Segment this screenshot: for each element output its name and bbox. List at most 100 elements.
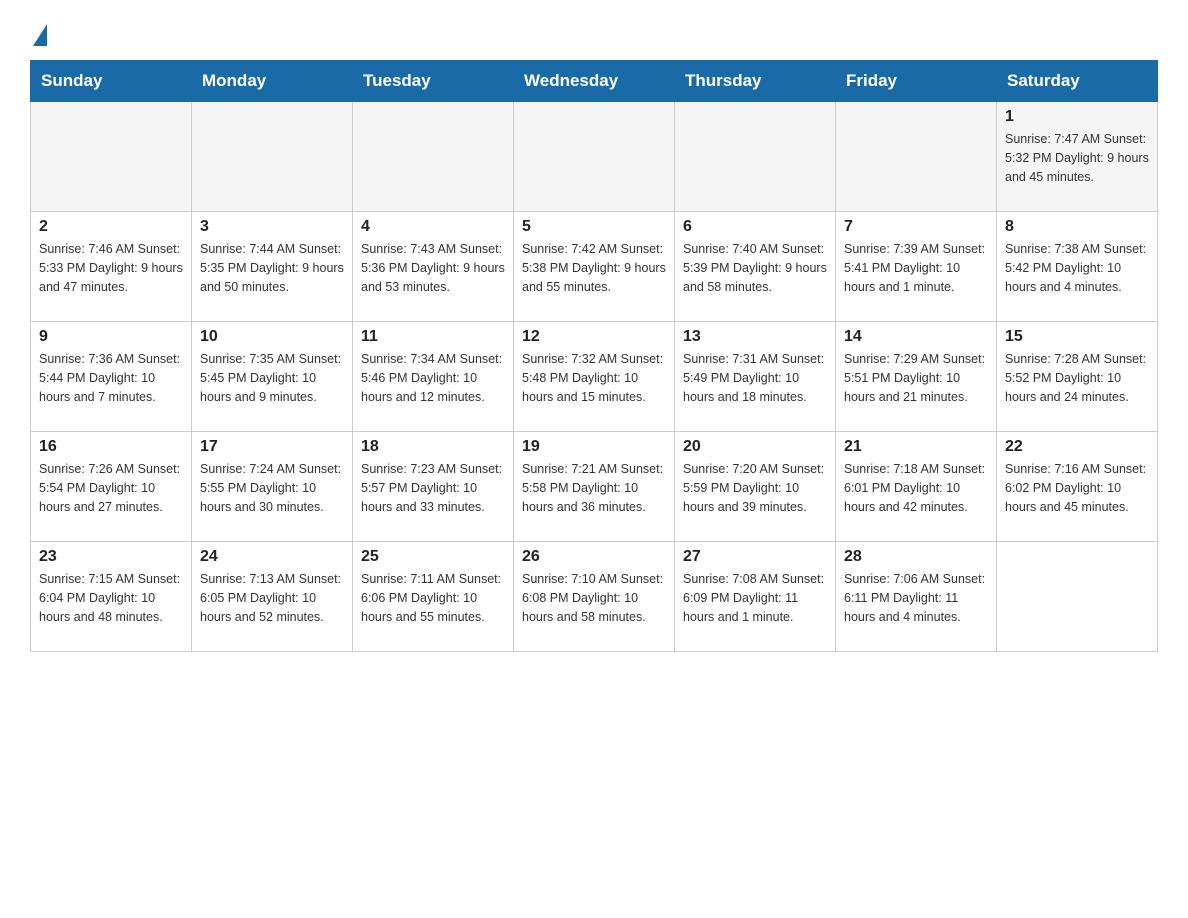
day-info: Sunrise: 7:32 AM Sunset: 5:48 PM Dayligh… bbox=[522, 350, 666, 406]
day-number: 28 bbox=[844, 548, 988, 566]
calendar-cell: 23 Sunrise: 7:15 AM Sunset: 6:04 PM Dayli… bbox=[31, 542, 192, 652]
calendar-cell: 24 Sunrise: 7:13 AM Sunset: 6:05 PM Dayli… bbox=[192, 542, 353, 652]
weekday-header-wednesday: Wednesday bbox=[514, 61, 675, 102]
day-number: 7 bbox=[844, 218, 988, 236]
calendar-cell: 13 Sunrise: 7:31 AM Sunset: 5:49 PM Dayli… bbox=[675, 322, 836, 432]
calendar-cell bbox=[31, 102, 192, 212]
calendar-cell: 11 Sunrise: 7:34 AM Sunset: 5:46 PM Dayli… bbox=[353, 322, 514, 432]
day-info: Sunrise: 7:42 AM Sunset: 5:38 PM Dayligh… bbox=[522, 240, 666, 296]
calendar-cell: 8 Sunrise: 7:38 AM Sunset: 5:42 PM Daylig… bbox=[997, 212, 1158, 322]
calendar-cell: 25 Sunrise: 7:11 AM Sunset: 6:06 PM Dayli… bbox=[353, 542, 514, 652]
calendar-cell: 16 Sunrise: 7:26 AM Sunset: 5:54 PM Dayli… bbox=[31, 432, 192, 542]
day-info: Sunrise: 7:40 AM Sunset: 5:39 PM Dayligh… bbox=[683, 240, 827, 296]
calendar-cell bbox=[675, 102, 836, 212]
day-info: Sunrise: 7:39 AM Sunset: 5:41 PM Dayligh… bbox=[844, 240, 988, 296]
calendar-cell: 15 Sunrise: 7:28 AM Sunset: 5:52 PM Dayli… bbox=[997, 322, 1158, 432]
day-number: 12 bbox=[522, 328, 666, 346]
day-number: 26 bbox=[522, 548, 666, 566]
day-info: Sunrise: 7:20 AM Sunset: 5:59 PM Dayligh… bbox=[683, 460, 827, 516]
day-number: 6 bbox=[683, 218, 827, 236]
weekday-header-saturday: Saturday bbox=[997, 61, 1158, 102]
page-header bbox=[30, 20, 1158, 42]
logo-arrow-icon bbox=[33, 24, 47, 46]
weekday-header-tuesday: Tuesday bbox=[353, 61, 514, 102]
day-number: 27 bbox=[683, 548, 827, 566]
calendar-cell: 5 Sunrise: 7:42 AM Sunset: 5:38 PM Daylig… bbox=[514, 212, 675, 322]
calendar-cell: 18Sunrise: 7:23 AM Sunset: 5:57 PM Dayli… bbox=[353, 432, 514, 542]
calendar-cell: 4 Sunrise: 7:43 AM Sunset: 5:36 PM Daylig… bbox=[353, 212, 514, 322]
weekday-header-sunday: Sunday bbox=[31, 61, 192, 102]
calendar-cell: 28 Sunrise: 7:06 AM Sunset: 6:11 PM Dayli… bbox=[836, 542, 997, 652]
day-info: Sunrise: 7:26 AM Sunset: 5:54 PM Dayligh… bbox=[39, 460, 183, 516]
week-row-2: 2 Sunrise: 7:46 AM Sunset: 5:33 PM Daylig… bbox=[31, 212, 1158, 322]
day-info: Sunrise: 7:13 AM Sunset: 6:05 PM Dayligh… bbox=[200, 570, 344, 626]
day-number: 18 bbox=[361, 438, 505, 456]
weekday-header-row: SundayMondayTuesdayWednesdayThursdayFrid… bbox=[31, 61, 1158, 102]
calendar-cell: 22Sunrise: 7:16 AM Sunset: 6:02 PM Dayli… bbox=[997, 432, 1158, 542]
day-number: 2 bbox=[39, 218, 183, 236]
day-number: 8 bbox=[1005, 218, 1149, 236]
day-number: 3 bbox=[200, 218, 344, 236]
day-number: 14 bbox=[844, 328, 988, 346]
day-number: 9 bbox=[39, 328, 183, 346]
week-row-3: 9 Sunrise: 7:36 AM Sunset: 5:44 PM Daylig… bbox=[31, 322, 1158, 432]
day-info: Sunrise: 7:15 AM Sunset: 6:04 PM Dayligh… bbox=[39, 570, 183, 626]
calendar-cell: 7 Sunrise: 7:39 AM Sunset: 5:41 PM Daylig… bbox=[836, 212, 997, 322]
day-info: Sunrise: 7:29 AM Sunset: 5:51 PM Dayligh… bbox=[844, 350, 988, 406]
day-number: 17 bbox=[200, 438, 344, 456]
calendar-cell: 19Sunrise: 7:21 AM Sunset: 5:58 PM Dayli… bbox=[514, 432, 675, 542]
calendar-cell: 26 Sunrise: 7:10 AM Sunset: 6:08 PM Dayli… bbox=[514, 542, 675, 652]
calendar-cell: 27 Sunrise: 7:08 AM Sunset: 6:09 PM Dayli… bbox=[675, 542, 836, 652]
day-number: 10 bbox=[200, 328, 344, 346]
calendar-cell: 17 Sunrise: 7:24 AM Sunset: 5:55 PM Dayli… bbox=[192, 432, 353, 542]
day-info: Sunrise: 7:18 AM Sunset: 6:01 PM Dayligh… bbox=[844, 460, 988, 516]
calendar-cell bbox=[514, 102, 675, 212]
calendar-cell: 9 Sunrise: 7:36 AM Sunset: 5:44 PM Daylig… bbox=[31, 322, 192, 432]
week-row-1: 1Sunrise: 7:47 AM Sunset: 5:32 PM Daylig… bbox=[31, 102, 1158, 212]
day-number: 15 bbox=[1005, 328, 1149, 346]
day-info: Sunrise: 7:24 AM Sunset: 5:55 PM Dayligh… bbox=[200, 460, 344, 516]
day-info: Sunrise: 7:35 AM Sunset: 5:45 PM Dayligh… bbox=[200, 350, 344, 406]
weekday-header-thursday: Thursday bbox=[675, 61, 836, 102]
day-info: Sunrise: 7:10 AM Sunset: 6:08 PM Dayligh… bbox=[522, 570, 666, 626]
day-number: 4 bbox=[361, 218, 505, 236]
day-info: Sunrise: 7:28 AM Sunset: 5:52 PM Dayligh… bbox=[1005, 350, 1149, 406]
calendar-cell: 10 Sunrise: 7:35 AM Sunset: 5:45 PM Dayli… bbox=[192, 322, 353, 432]
day-info: Sunrise: 7:46 AM Sunset: 5:33 PM Dayligh… bbox=[39, 240, 183, 296]
day-info: Sunrise: 7:34 AM Sunset: 5:46 PM Dayligh… bbox=[361, 350, 505, 406]
calendar-cell: 3 Sunrise: 7:44 AM Sunset: 5:35 PM Daylig… bbox=[192, 212, 353, 322]
day-info: Sunrise: 7:47 AM Sunset: 5:32 PM Dayligh… bbox=[1005, 130, 1149, 186]
calendar-cell: 1Sunrise: 7:47 AM Sunset: 5:32 PM Daylig… bbox=[997, 102, 1158, 212]
day-number: 16 bbox=[39, 438, 183, 456]
day-info: Sunrise: 7:38 AM Sunset: 5:42 PM Dayligh… bbox=[1005, 240, 1149, 296]
weekday-header-friday: Friday bbox=[836, 61, 997, 102]
day-info: Sunrise: 7:06 AM Sunset: 6:11 PM Dayligh… bbox=[844, 570, 988, 626]
day-number: 11 bbox=[361, 328, 505, 346]
calendar-cell: 6 Sunrise: 7:40 AM Sunset: 5:39 PM Daylig… bbox=[675, 212, 836, 322]
logo bbox=[30, 20, 47, 42]
calendar-cell bbox=[836, 102, 997, 212]
day-number: 20 bbox=[683, 438, 827, 456]
day-number: 23 bbox=[39, 548, 183, 566]
calendar-cell: 2 Sunrise: 7:46 AM Sunset: 5:33 PM Daylig… bbox=[31, 212, 192, 322]
week-row-5: 23 Sunrise: 7:15 AM Sunset: 6:04 PM Dayli… bbox=[31, 542, 1158, 652]
day-info: Sunrise: 7:31 AM Sunset: 5:49 PM Dayligh… bbox=[683, 350, 827, 406]
weekday-header-monday: Monday bbox=[192, 61, 353, 102]
day-info: Sunrise: 7:16 AM Sunset: 6:02 PM Dayligh… bbox=[1005, 460, 1149, 516]
day-info: Sunrise: 7:44 AM Sunset: 5:35 PM Dayligh… bbox=[200, 240, 344, 296]
calendar-table: SundayMondayTuesdayWednesdayThursdayFrid… bbox=[30, 60, 1158, 652]
day-number: 21 bbox=[844, 438, 988, 456]
day-number: 19 bbox=[522, 438, 666, 456]
calendar-cell bbox=[997, 542, 1158, 652]
day-number: 5 bbox=[522, 218, 666, 236]
day-number: 13 bbox=[683, 328, 827, 346]
day-info: Sunrise: 7:08 AM Sunset: 6:09 PM Dayligh… bbox=[683, 570, 827, 626]
day-info: Sunrise: 7:43 AM Sunset: 5:36 PM Dayligh… bbox=[361, 240, 505, 296]
day-info: Sunrise: 7:36 AM Sunset: 5:44 PM Dayligh… bbox=[39, 350, 183, 406]
calendar-cell: 12 Sunrise: 7:32 AM Sunset: 5:48 PM Dayli… bbox=[514, 322, 675, 432]
day-number: 25 bbox=[361, 548, 505, 566]
day-info: Sunrise: 7:11 AM Sunset: 6:06 PM Dayligh… bbox=[361, 570, 505, 626]
calendar-cell: 14 Sunrise: 7:29 AM Sunset: 5:51 PM Dayli… bbox=[836, 322, 997, 432]
calendar-cell bbox=[192, 102, 353, 212]
day-number: 24 bbox=[200, 548, 344, 566]
